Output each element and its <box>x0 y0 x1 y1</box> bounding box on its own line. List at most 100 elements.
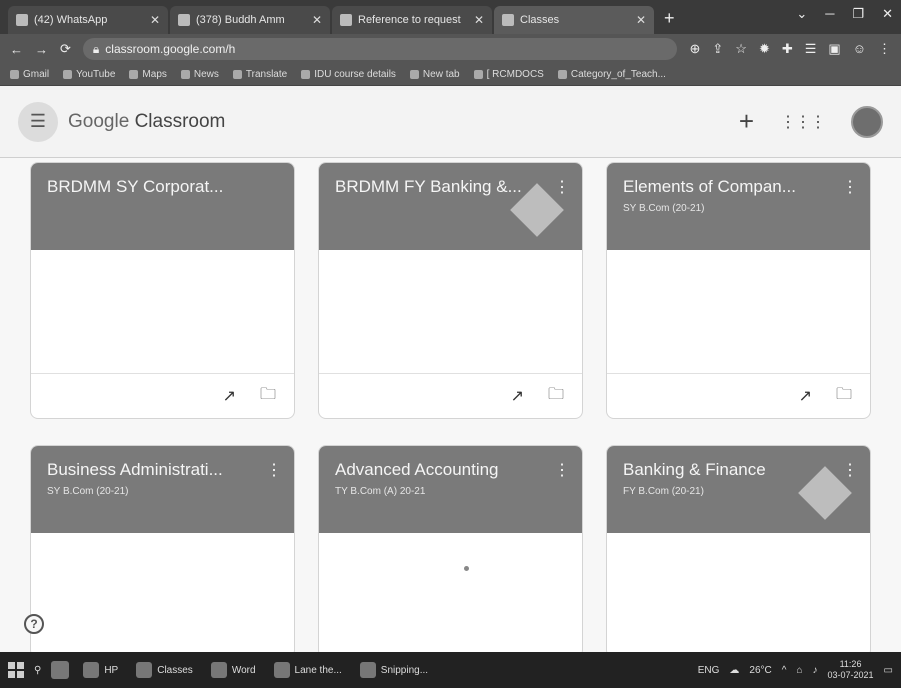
bookmark-new-tab[interactable]: New tab <box>409 69 460 80</box>
mouse-cursor-icon <box>464 566 469 571</box>
back-icon[interactable]: ← <box>10 42 23 57</box>
profile-icon[interactable]: ☺ <box>853 41 866 57</box>
whatsapp-icon <box>16 14 28 26</box>
folder-icon[interactable]: 🗀 <box>836 383 852 410</box>
taskbar-app-classes[interactable]: Classes <box>132 662 197 678</box>
bookmark-icon <box>301 70 311 79</box>
reading-list-icon[interactable]: ☰ <box>805 41 817 57</box>
card-body <box>31 250 294 374</box>
extension-icon[interactable]: ✹ <box>759 41 770 57</box>
bookmark-youtube[interactable]: YouTube <box>63 69 115 80</box>
google-apps-icon[interactable]: ⋮⋮⋮ <box>780 112 826 132</box>
bookmark-rcmdocs[interactable]: [ RCMDOCS <box>473 69 544 80</box>
notification-icon[interactable]: ▭ <box>884 665 893 676</box>
close-icon[interactable]: ✕ <box>474 13 484 27</box>
account-avatar[interactable] <box>851 105 883 138</box>
more-vert-icon[interactable]: ⋮ <box>842 460 858 480</box>
help-button[interactable]: ? <box>24 614 44 634</box>
class-card[interactable]: BRDMM FY Banking &... ⋮ ↗ 🗀 <box>318 162 583 419</box>
document-icon <box>273 662 290 678</box>
taskbar-app-document[interactable]: Lane the... <box>270 662 346 678</box>
card-footer: ↗ 🗀 <box>31 374 294 418</box>
class-section: SY B.Com (20-21) <box>47 486 129 497</box>
card-body <box>319 250 582 374</box>
side-panel-icon[interactable]: ▣ <box>828 41 840 57</box>
bookmark-maps[interactable]: Maps <box>129 69 167 80</box>
restore-icon[interactable]: ❐ <box>852 6 864 22</box>
language-indicator[interactable]: ENG <box>698 665 720 676</box>
close-icon[interactable]: ✕ <box>636 13 646 27</box>
bookmark-star-icon[interactable]: ☆ <box>735 41 747 57</box>
forward-icon[interactable]: → <box>35 42 48 57</box>
address-bar-row: ← → ⟳ 🔒︎ classroom.google.com/h ⊕ ⇪ ☆ ✹ … <box>0 34 901 64</box>
card-banner: Elements of Compan... SY B.Com (20-21) ⋮ <box>607 163 870 250</box>
card-banner: BRDMM SY Corporat... <box>31 163 294 250</box>
card-body <box>607 533 870 652</box>
bookmark-news[interactable]: News <box>180 69 219 80</box>
minimize-icon[interactable]: ─ <box>825 6 834 22</box>
chevron-up-icon[interactable]: ^ <box>782 665 787 676</box>
taskbar-clock[interactable]: 11:26 03-07-2021 <box>828 659 874 681</box>
weather-temp[interactable]: 26°C <box>749 665 771 676</box>
weather-icon: ☁ <box>729 664 740 676</box>
more-vert-icon[interactable]: ⋮ <box>554 460 570 480</box>
close-icon[interactable]: ✕ <box>312 13 322 27</box>
class-card[interactable]: Business Administrati... SY B.Com (20-21… <box>30 445 295 652</box>
class-card[interactable]: BRDMM SY Corporat... ↗ 🗀 <box>30 162 295 419</box>
card-body <box>607 250 870 374</box>
class-title[interactable]: Banking & Finance <box>623 460 833 480</box>
class-card[interactable]: Banking & Finance FY B.Com (20-21) ⋮ <box>606 445 871 652</box>
main-menu-button[interactable]: ☰ <box>18 101 58 142</box>
browser-tab-youtube[interactable]: (378) Buddh Amm ✕ <box>170 6 330 34</box>
class-card[interactable]: Elements of Compan... SY B.Com (20-21) ⋮… <box>606 162 871 419</box>
kebab-menu-icon[interactable]: ⋮ <box>878 41 891 57</box>
trending-icon[interactable]: ↗ <box>511 386 524 406</box>
share-icon[interactable]: ⇪ <box>712 41 723 57</box>
bookmark-idu-course[interactable]: IDU course details <box>301 69 396 80</box>
bookmark-gmail[interactable]: Gmail <box>10 69 49 80</box>
trending-icon[interactable]: ↗ <box>799 386 812 406</box>
tab-search-icon[interactable]: ⌄ <box>796 6 807 22</box>
network-icon[interactable]: ⌂ <box>796 665 802 676</box>
install-icon[interactable]: ⊕ <box>689 41 700 57</box>
more-vert-icon[interactable]: ⋮ <box>554 177 570 197</box>
create-join-class-button[interactable]: + <box>739 106 754 137</box>
folder-icon[interactable]: 🗀 <box>260 383 276 410</box>
classroom-logo[interactable]: Google Classroom <box>68 111 225 133</box>
more-vert-icon[interactable]: ⋮ <box>266 460 282 480</box>
class-title[interactable]: BRDMM SY Corporat... <box>47 177 257 197</box>
browser-tab-gmail[interactable]: Reference to request ✕ <box>332 6 492 34</box>
bookmark-category[interactable]: Category_of_Teach... <box>557 69 666 80</box>
taskbar-app-hp[interactable]: HP <box>79 662 122 678</box>
chrome-icon[interactable] <box>51 661 70 679</box>
browser-tab-whatsapp[interactable]: (42) WhatsApp ✕ <box>8 6 168 34</box>
close-window-icon[interactable]: ✕ <box>882 6 893 22</box>
windows-start-icon[interactable] <box>8 662 24 678</box>
new-tab-button[interactable]: + <box>664 8 675 29</box>
tab-label: (378) Buddh Amm <box>196 14 285 26</box>
taskbar-app-snipping[interactable]: Snipping... <box>356 662 432 678</box>
volume-icon[interactable]: ♪ <box>813 665 818 676</box>
class-card[interactable]: Advanced Accounting TY B.Com (A) 20-21 ⋮ <box>318 445 583 652</box>
url-field[interactable]: 🔒︎ classroom.google.com/h <box>82 38 678 60</box>
system-tray: ENG ☁ 26°C ^ ⌂ ♪ 11:26 03-07-2021 ▭ <box>698 659 893 681</box>
news-icon <box>180 70 190 79</box>
bookmark-translate[interactable]: Translate <box>232 69 287 80</box>
browser-tab-classes[interactable]: Classes ✕ <box>494 6 654 34</box>
maps-icon <box>129 70 139 79</box>
docs-icon <box>473 70 483 79</box>
puzzle-icon[interactable]: ✚ <box>782 41 793 57</box>
search-icon[interactable]: ⚲ <box>34 665 41 676</box>
url-text: classroom.google.com/h <box>105 42 236 56</box>
class-title[interactable]: Elements of Compan... <box>623 177 833 197</box>
more-vert-icon[interactable]: ⋮ <box>842 177 858 197</box>
class-title[interactable]: Advanced Accounting <box>335 460 545 480</box>
card-banner: Banking & Finance FY B.Com (20-21) ⋮ <box>607 446 870 533</box>
reload-icon[interactable]: ⟳ <box>60 41 71 57</box>
folder-icon[interactable]: 🗀 <box>548 383 564 410</box>
taskbar-app-word[interactable]: Word <box>207 662 260 678</box>
trending-icon[interactable]: ↗ <box>223 386 236 406</box>
close-icon[interactable]: ✕ <box>150 13 160 27</box>
class-title[interactable]: Business Administrati... <box>47 460 257 480</box>
class-title[interactable]: BRDMM FY Banking &... <box>335 177 545 197</box>
